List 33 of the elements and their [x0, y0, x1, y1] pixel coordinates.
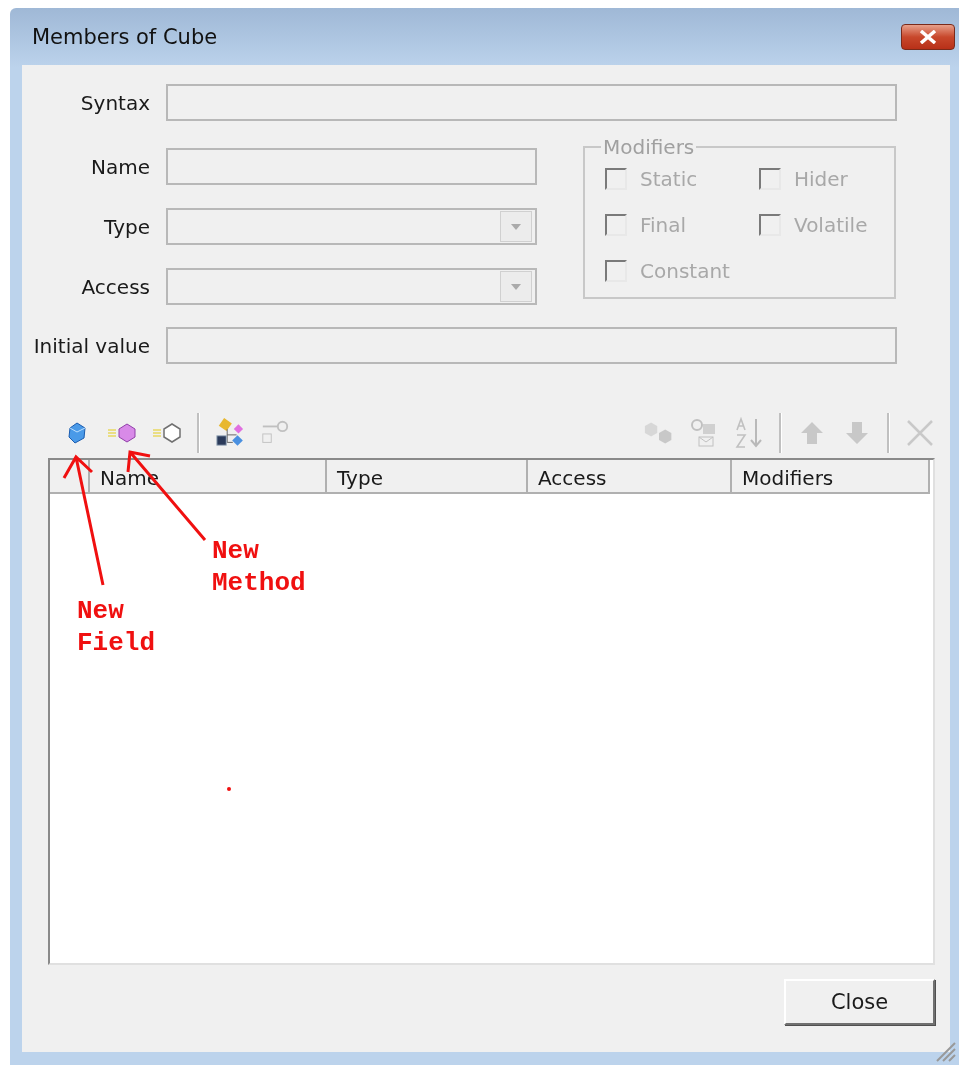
close-button[interactable] — [901, 23, 955, 50]
down-arrow-icon — [844, 420, 870, 446]
annotation-text: New Method — [212, 535, 306, 599]
checkbox-label: Hider — [794, 166, 848, 191]
sort-icon — [734, 417, 764, 449]
cube-icon — [107, 422, 137, 444]
checkbox-label: Final — [640, 213, 687, 237]
cube-icon — [68, 422, 86, 444]
caret-icon — [511, 223, 521, 230]
column-header[interactable]: Type — [327, 460, 528, 494]
field-label: Initial value — [32, 333, 150, 358]
caret-icon — [511, 283, 521, 290]
close-icon — [919, 29, 937, 44]
field-label: Name — [90, 154, 150, 179]
resize-grip-icon[interactable] — [934, 1040, 956, 1062]
annotation-dot — [227, 787, 231, 791]
column-header[interactable]: Modifiers — [732, 460, 930, 494]
hierarchy-icon — [215, 417, 245, 449]
up-arrow-icon — [799, 420, 825, 446]
cube-icon — [152, 422, 182, 444]
group-title: Modifiers — [602, 135, 696, 159]
checkbox-label: Volatile — [794, 213, 868, 237]
column-header[interactable]: Access — [528, 460, 732, 494]
delete-icon — [906, 419, 934, 447]
checkbox-label: Static — [640, 166, 698, 191]
checkbox-label: Constant — [640, 259, 730, 284]
window-title: Members of Cube — [32, 24, 218, 49]
field-label: Type — [103, 214, 150, 239]
close-dialog-button[interactable]: Close — [784, 979, 935, 1025]
annotation-text: New Field — [77, 595, 155, 659]
field-label: Access — [80, 274, 150, 299]
toolbar-button[interactable] — [215, 418, 245, 448]
field-label: Syntax — [79, 90, 150, 115]
